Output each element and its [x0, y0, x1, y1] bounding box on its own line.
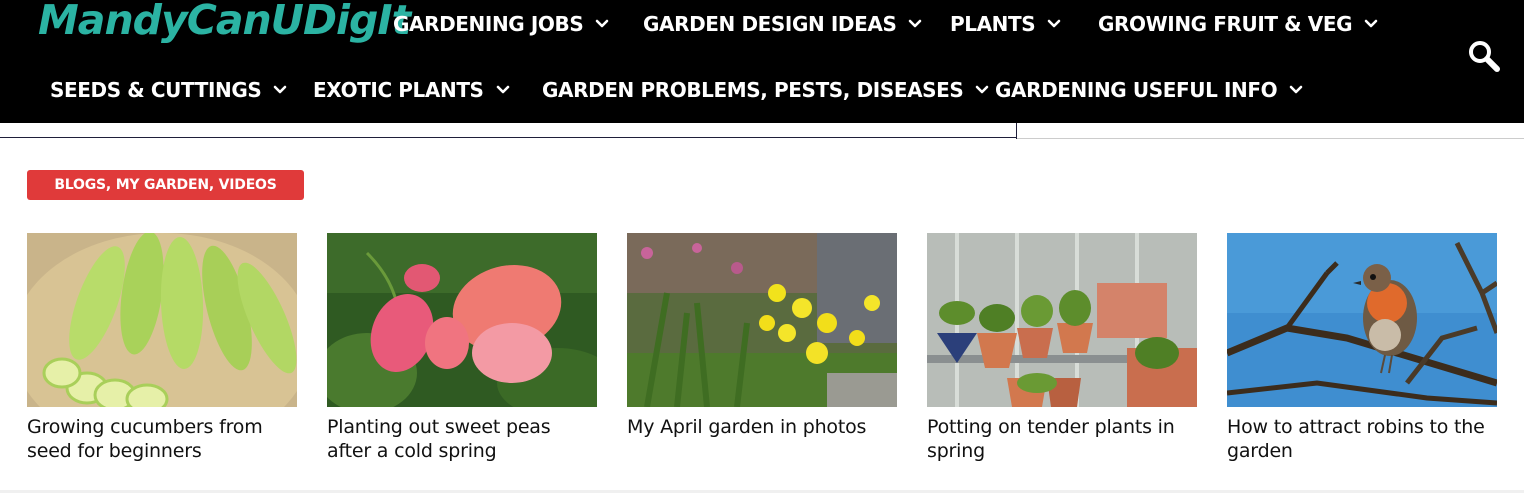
sweet-peas-image — [327, 233, 597, 407]
site-logo[interactable]: MandyCanUDigIt — [38, 0, 411, 44]
chevron-down-icon — [274, 85, 287, 94]
nav-item-label: EXOTIC PLANTS — [313, 78, 484, 102]
nav-item-label: GARDEN DESIGN IDEAS — [643, 12, 897, 36]
nav-item-plants[interactable]: PLANTS — [950, 12, 1061, 36]
header-divider — [0, 123, 1524, 139]
nav-item-label: GROWING FRUIT & VEG — [1098, 12, 1353, 36]
nav-item-gardening-useful-info[interactable]: GARDENING USEFUL INFO — [995, 78, 1303, 102]
post-thumbnail-potting-on[interactable] — [927, 233, 1197, 407]
nav-item-gardening-jobs[interactable]: GARDENING JOBS — [393, 12, 609, 36]
nav-item-growing-fruit-veg[interactable]: GROWING FRUIT & VEG — [1098, 12, 1378, 36]
post-title[interactable]: Planting out sweet peas after a cold spr… — [327, 415, 597, 463]
category-badge[interactable]: BLOGS, MY GARDEN, VIDEOS — [27, 170, 304, 200]
post-thumbnail-april-garden[interactable] — [627, 233, 897, 407]
nav-item-garden-problems[interactable]: GARDEN PROBLEMS, PESTS, DISEASES — [542, 78, 989, 102]
nav-item-garden-design-ideas[interactable]: GARDEN DESIGN IDEAS — [643, 12, 922, 36]
post-card: How to attract robins to the garden — [1227, 233, 1497, 463]
post-title[interactable]: How to attract robins to the garden — [1227, 415, 1497, 463]
chevron-down-icon — [1289, 85, 1303, 94]
chevron-down-icon — [496, 85, 509, 94]
divider-line — [1017, 138, 1524, 139]
post-thumbnail-cucumbers[interactable] — [27, 233, 297, 407]
chevron-down-icon — [1047, 19, 1061, 28]
nav-item-label: SEEDS & CUTTINGS — [50, 78, 262, 102]
divider-separator — [1016, 123, 1017, 139]
post-title[interactable]: My April garden in photos — [627, 415, 897, 439]
nav-item-seeds-cuttings[interactable]: SEEDS & CUTTINGS — [50, 78, 287, 102]
site-header: MandyCanUDigIt GARDENING JOBS GARDEN DES… — [0, 0, 1524, 123]
chevron-down-icon — [596, 19, 609, 28]
search-button[interactable] — [1466, 38, 1502, 74]
post-thumbnail-robins[interactable] — [1227, 233, 1497, 407]
post-thumbnail-sweet-peas[interactable] — [327, 233, 597, 407]
nav-item-label: GARDENING JOBS — [393, 12, 584, 36]
nav-item-label: GARDEN PROBLEMS, PESTS, DISEASES — [542, 78, 964, 102]
post-title[interactable]: Growing cucumbers from seed for beginner… — [27, 415, 297, 463]
nav-item-label: PLANTS — [950, 12, 1036, 36]
post-card: My April garden in photos — [627, 233, 897, 439]
april-garden-image — [627, 233, 897, 407]
chevron-down-icon — [976, 85, 989, 94]
post-card: Growing cucumbers from seed for beginner… — [27, 233, 297, 463]
robin-image — [1227, 233, 1497, 407]
cucumbers-image — [27, 233, 297, 407]
divider-line — [0, 137, 1017, 138]
chevron-down-icon — [909, 19, 922, 28]
post-card: Planting out sweet peas after a cold spr… — [327, 233, 597, 463]
nav-item-exotic-plants[interactable]: EXOTIC PLANTS — [313, 78, 510, 102]
chevron-down-icon — [1364, 19, 1378, 28]
search-icon — [1469, 41, 1500, 72]
post-card: Potting on tender plants in spring — [927, 233, 1197, 463]
post-title[interactable]: Potting on tender plants in spring — [927, 415, 1197, 463]
nav-item-label: GARDENING USEFUL INFO — [995, 78, 1278, 102]
potting-on-image — [927, 233, 1197, 407]
